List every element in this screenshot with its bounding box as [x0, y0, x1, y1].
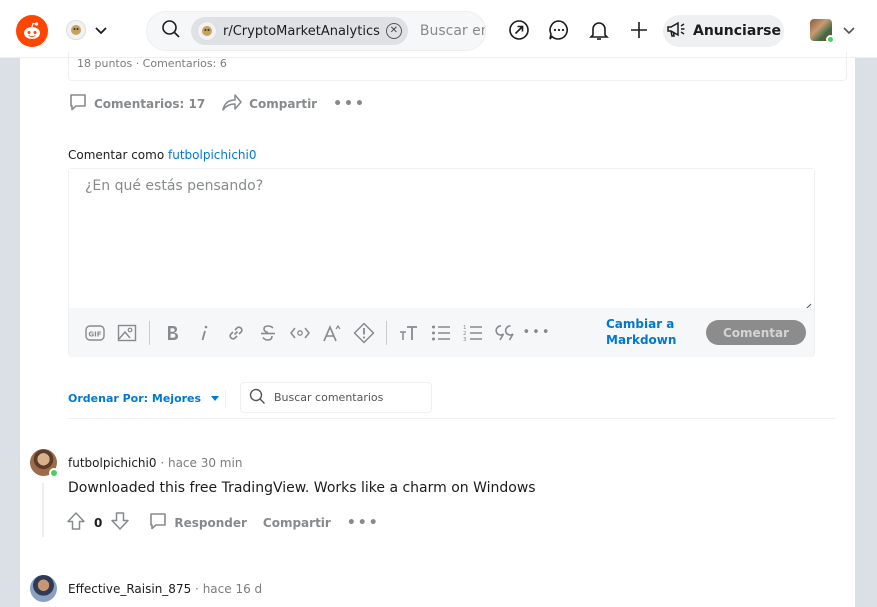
- more-options-icon[interactable]: •••: [333, 96, 366, 112]
- comment-actions: 0 Responder Compartir •••: [66, 511, 380, 534]
- downvote-icon[interactable]: [110, 511, 130, 534]
- comment-author[interactable]: futbolpichichi0: [68, 456, 157, 470]
- reply-label: Responder: [174, 515, 247, 530]
- comment-icon: [148, 511, 168, 534]
- editor-toolbar: GIF 1 2 3 ••• Cambiar a Markdown Comenta…: [69, 308, 814, 357]
- thread-line[interactable]: [42, 483, 44, 537]
- spoiler-icon[interactable]: [348, 317, 380, 349]
- avatar[interactable]: [30, 575, 57, 602]
- quote-block-icon[interactable]: [489, 317, 521, 349]
- upvote-icon[interactable]: [66, 511, 86, 534]
- advertise-label: Anunciarse: [692, 23, 781, 39]
- vote-count: 0: [94, 515, 103, 530]
- divider: [225, 390, 226, 408]
- avatar[interactable]: [30, 449, 59, 478]
- strikethrough-icon[interactable]: [252, 317, 284, 349]
- image-icon[interactable]: [111, 317, 143, 349]
- sort-dropdown[interactable]: Ordenar Por: Mejores: [68, 392, 220, 405]
- chat-icon[interactable]: [548, 19, 570, 41]
- more-options-icon[interactable]: •••: [347, 515, 380, 531]
- post-panel: 18 puntos · Comentarios: 6 Comentarios: …: [20, 52, 855, 607]
- toolbar-divider: [149, 320, 150, 345]
- search-input[interactable]: Buscar en R: [420, 23, 485, 39]
- avatar: [810, 19, 835, 44]
- comment-item: futbolpichichi0 · hace 30 min Downloaded…: [30, 449, 536, 537]
- comment-meta: Effective_Raisin_875 · hace 16 d: [68, 582, 263, 596]
- comments-button[interactable]: Comentarios: 17: [68, 92, 205, 115]
- comment-as-prefix: Comentar como: [68, 148, 165, 162]
- reply-button[interactable]: Responder: [148, 511, 247, 534]
- megaphone-icon: [666, 20, 686, 42]
- comment-item: Effective_Raisin_875 · hace 16 d: [30, 575, 262, 602]
- caret-down-icon: [211, 396, 220, 401]
- comment-editor: GIF: [68, 168, 815, 357]
- search-icon: [249, 388, 266, 408]
- superscript-icon[interactable]: [316, 317, 348, 349]
- bulleted-list-icon[interactable]: [425, 317, 457, 349]
- inline-code-icon[interactable]: [284, 317, 316, 349]
- popular-icon[interactable]: [508, 19, 530, 41]
- comment-sort-bar: Ordenar Por: Mejores Buscar comentarios: [68, 382, 835, 419]
- resize-handle-icon[interactable]: [802, 297, 812, 312]
- comment-textarea[interactable]: [69, 169, 814, 307]
- gif-icon[interactable]: GIF: [79, 317, 111, 349]
- markdown-label-line1: Cambiar a: [606, 317, 675, 331]
- share-icon: [221, 92, 243, 115]
- comment-search-placeholder: Buscar comentarios: [274, 391, 384, 404]
- bell-icon[interactable]: [588, 19, 610, 41]
- chevron-down-icon: [842, 21, 856, 40]
- submit-comment-button[interactable]: Comentar: [706, 320, 806, 345]
- plus-icon[interactable]: [628, 19, 650, 41]
- community-avatar-icon: [66, 20, 86, 40]
- search-icon: [161, 19, 181, 43]
- share-button[interactable]: Compartir: [221, 92, 317, 115]
- more-formatting-icon[interactable]: •••: [521, 317, 553, 349]
- share-label: Compartir: [249, 96, 318, 111]
- sort-label: Ordenar Por: Mejores: [68, 392, 202, 405]
- comment-timestamp[interactable]: hace 16 d: [203, 582, 262, 596]
- post-actions: Comentarios: 17 Compartir •••: [68, 92, 366, 115]
- community-switcher[interactable]: [66, 20, 108, 40]
- community-filter-chip[interactable]: r/CryptoMarketAnalytics ✕: [191, 17, 408, 45]
- comment-search-input[interactable]: Buscar comentarios: [240, 382, 432, 413]
- post-stats: 18 puntos · Comentarios: 6: [68, 52, 847, 81]
- chevron-down-icon: [94, 21, 108, 40]
- svg-text:GIF: GIF: [88, 330, 101, 338]
- online-indicator: [826, 35, 835, 44]
- comment-as-label: Comentar como futbolpichichi0: [68, 148, 257, 162]
- italic-icon[interactable]: [188, 317, 220, 349]
- svg-text:3: 3: [463, 337, 467, 342]
- share-button[interactable]: Compartir: [263, 516, 331, 530]
- close-icon[interactable]: ✕: [385, 23, 402, 39]
- toolbar-divider: [386, 320, 387, 345]
- comment-as-username[interactable]: futbolpichichi0: [168, 148, 257, 162]
- comments-count-label: Comentarios: 17: [94, 96, 206, 111]
- numbered-list-icon[interactable]: 123: [457, 317, 489, 349]
- markdown-label-line2: Markdown: [606, 333, 677, 347]
- comment-icon: [68, 92, 88, 115]
- switch-to-markdown-button[interactable]: Cambiar a Markdown: [606, 316, 676, 348]
- link-icon[interactable]: [220, 317, 252, 349]
- bold-icon[interactable]: [156, 317, 188, 349]
- comment-body: Downloaded this free TradingView. Works …: [68, 480, 536, 496]
- user-menu[interactable]: [810, 19, 856, 44]
- community-avatar-icon: [197, 21, 217, 41]
- comment-timestamp[interactable]: hace 30 min: [168, 456, 242, 470]
- advertise-button[interactable]: Anunciarse: [663, 15, 784, 47]
- heading-icon[interactable]: [393, 317, 425, 349]
- community-chip-label: r/CryptoMarketAnalytics: [223, 23, 380, 39]
- comment-meta: futbolpichichi0 · hace 30 min: [68, 456, 243, 470]
- comment-author[interactable]: Effective_Raisin_875: [68, 582, 191, 596]
- search-bar[interactable]: r/CryptoMarketAnalytics ✕ Buscar en R: [146, 11, 486, 51]
- reddit-logo-icon[interactable]: [16, 15, 48, 47]
- top-header: r/CryptoMarketAnalytics ✕ Buscar en R An…: [0, 0, 877, 58]
- online-indicator: [49, 468, 59, 478]
